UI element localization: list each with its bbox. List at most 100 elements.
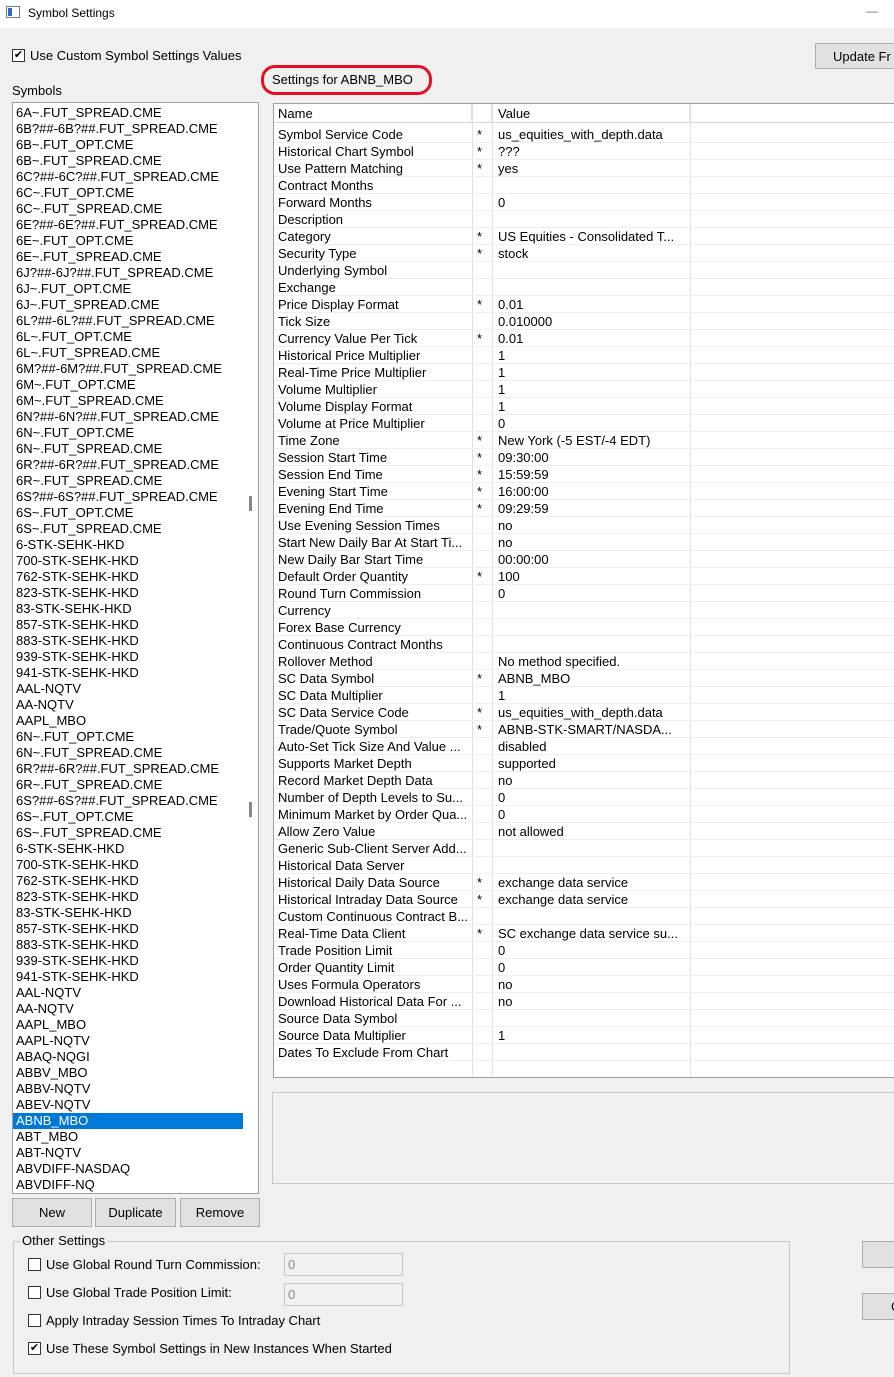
window-control-icon[interactable]: — (866, 4, 878, 18)
symbol-list-item[interactable]: 941-STK-SEHK-HKD (13, 665, 243, 681)
symbol-list-item[interactable]: 6R~.FUT_SPREAD.CME (13, 777, 243, 793)
setting-value[interactable]: 0 (498, 959, 688, 976)
settings-row[interactable]: Tick Size 0.010000 (274, 313, 894, 330)
symbol-list-item[interactable]: AAL-NQTV (13, 985, 243, 1001)
symbol-list-item[interactable]: 762-STK-SEHK-HKD (13, 569, 243, 585)
global-position-limit-field[interactable]: 0 (284, 1283, 403, 1306)
settings-row[interactable]: Real-Time Data Client * SC exchange data s… (274, 925, 894, 942)
setting-value[interactable]: SC exchange data service su... (498, 925, 688, 942)
symbol-list-item[interactable]: 6S~.FUT_SPREAD.CME (13, 825, 243, 841)
setting-value[interactable]: No method specified. (498, 653, 688, 670)
setting-value[interactable]: 0 (498, 585, 688, 602)
settings-row[interactable]: Supports Market Depth supported (274, 755, 894, 772)
settings-row[interactable]: Historical Intraday Data Source * exchange… (274, 891, 894, 908)
symbol-list-item[interactable]: 6N~.FUT_OPT.CME (13, 729, 243, 745)
global-commission-field[interactable]: 0 (284, 1253, 403, 1276)
settings-row[interactable]: Exchange (274, 279, 894, 296)
symbol-list-item[interactable]: 6M~.FUT_SPREAD.CME (13, 393, 243, 409)
symbol-list-item[interactable]: 6J~.FUT_SPREAD.CME (13, 297, 243, 313)
symbol-list-item[interactable]: 6S?##-6S?##.FUT_SPREAD.CME (13, 793, 243, 809)
symbol-list-item[interactable]: 700-STK-SEHK-HKD (13, 857, 243, 873)
settings-row[interactable]: Allow Zero Value not allowed (274, 823, 894, 840)
symbol-list-item[interactable]: 6B?##-6B?##.FUT_SPREAD.CME (13, 121, 243, 137)
setting-value[interactable]: no (498, 772, 688, 789)
symbol-list-item[interactable]: 6N?##-6N?##.FUT_SPREAD.CME (13, 409, 243, 425)
setting-value[interactable]: 100 (498, 568, 688, 585)
settings-row[interactable]: Use Evening Session Times no (274, 517, 894, 534)
setting-value[interactable] (498, 262, 688, 279)
settings-row[interactable]: Historical Daily Data Source * exchange da… (274, 874, 894, 891)
symbol-list-item[interactable]: 6L?##-6L?##.FUT_SPREAD.CME (13, 313, 243, 329)
setting-value[interactable]: no (498, 993, 688, 1010)
symbol-list-item[interactable]: AAPL_MBO (13, 1017, 243, 1033)
symbol-list-item[interactable]: 6E?##-6E?##.FUT_SPREAD.CME (13, 217, 243, 233)
setting-value[interactable]: 0.01 (498, 296, 688, 313)
setting-value[interactable]: 1 (498, 364, 688, 381)
setting-value[interactable] (498, 636, 688, 653)
symbol-list-item[interactable]: 6L~.FUT_SPREAD.CME (13, 345, 243, 361)
setting-value[interactable]: 16:00:00 (498, 483, 688, 500)
symbol-list-item[interactable]: 939-STK-SEHK-HKD (13, 649, 243, 665)
global-commission-checkbox[interactable] (28, 1258, 41, 1271)
ok-button[interactable] (862, 1241, 894, 1268)
setting-value[interactable] (498, 857, 688, 874)
settings-row[interactable]: New Daily Bar Start Time 00:00:00 (274, 551, 894, 568)
setting-value[interactable]: 0.010000 (498, 313, 688, 330)
settings-row[interactable]: Continuous Contract Months (274, 636, 894, 653)
setting-value[interactable]: yes (498, 160, 688, 177)
symbol-list-item[interactable]: AAPL-NQTV (13, 1033, 243, 1049)
symbol-list-item[interactable]: 823-STK-SEHK-HKD (13, 585, 243, 601)
symbol-list-item[interactable]: 941-STK-SEHK-HKD (13, 969, 243, 985)
settings-row[interactable]: SC Data Multiplier 1 (274, 687, 894, 704)
symbol-list-item[interactable]: 6E~.FUT_SPREAD.CME (13, 249, 243, 265)
symbol-list-item[interactable]: 883-STK-SEHK-HKD (13, 937, 243, 953)
use-in-new-instances-checkbox[interactable]: ✔ (28, 1342, 41, 1355)
settings-row[interactable]: Evening End Time * 09:29:59 (274, 500, 894, 517)
settings-row[interactable]: Start New Daily Bar At Start Ti... no (274, 534, 894, 551)
setting-value[interactable]: 1 (498, 381, 688, 398)
symbol-list-item[interactable]: 823-STK-SEHK-HKD (13, 889, 243, 905)
scrollbar-thumb-secondary[interactable] (249, 802, 252, 817)
setting-value[interactable]: ABNB_MBO (498, 670, 688, 687)
symbol-list-item[interactable]: 6R~.FUT_SPREAD.CME (13, 473, 243, 489)
setting-value[interactable] (498, 619, 688, 636)
settings-row[interactable]: Volume Display Format 1 (274, 398, 894, 415)
settings-row[interactable]: Contract Months (274, 177, 894, 194)
settings-row[interactable]: Real-Time Price Multiplier 1 (274, 364, 894, 381)
setting-value[interactable]: 1 (498, 1027, 688, 1044)
settings-row[interactable]: Default Order Quantity * 100 (274, 568, 894, 585)
settings-row[interactable]: Price Display Format * 0.01 (274, 296, 894, 313)
settings-row[interactable]: Security Type * stock (274, 245, 894, 262)
symbol-list-item[interactable]: 6C~.FUT_SPREAD.CME (13, 201, 243, 217)
setting-value[interactable]: 0 (498, 806, 688, 823)
apply-intraday-checkbox[interactable] (28, 1314, 41, 1327)
setting-value[interactable]: 15:59:59 (498, 466, 688, 483)
duplicate-button[interactable]: Duplicate (95, 1198, 176, 1227)
symbol-list-item[interactable]: ABBV-NQTV (13, 1081, 243, 1097)
setting-value[interactable]: 1 (498, 347, 688, 364)
symbol-list-item[interactable]: ABBV_MBO (13, 1065, 243, 1081)
settings-row[interactable]: Custom Continuous Contract B... (274, 908, 894, 925)
symbol-list-item[interactable]: 6S~.FUT_OPT.CME (13, 505, 243, 521)
settings-row[interactable]: Session Start Time * 09:30:00 (274, 449, 894, 466)
symbol-list-item[interactable]: 6J?##-6J?##.FUT_SPREAD.CME (13, 265, 243, 281)
symbol-list-item[interactable]: 6L~.FUT_OPT.CME (13, 329, 243, 345)
symbol-list-item[interactable]: 6E~.FUT_OPT.CME (13, 233, 243, 249)
symbol-list-item[interactable]: ABEV-NQTV (13, 1097, 243, 1113)
setting-value[interactable]: 1 (498, 687, 688, 704)
settings-row[interactable]: Number of Depth Levels to Su... 0 (274, 789, 894, 806)
settings-row[interactable]: Symbol Service Code * us_equities_with_dep… (274, 126, 894, 143)
settings-row[interactable]: Underlying Symbol (274, 262, 894, 279)
symbol-list-item[interactable]: AA-NQTV (13, 697, 243, 713)
symbol-list-item[interactable]: 6C~.FUT_OPT.CME (13, 185, 243, 201)
setting-value[interactable]: no (498, 534, 688, 551)
settings-row[interactable]: Description (274, 211, 894, 228)
setting-value[interactable] (498, 602, 688, 619)
settings-row[interactable]: Session End Time * 15:59:59 (274, 466, 894, 483)
settings-row[interactable]: Currency (274, 602, 894, 619)
symbol-list-item[interactable]: ABVDIFF-NASDAQ (13, 1161, 243, 1177)
symbol-list-item[interactable]: 6N~.FUT_OPT.CME (13, 425, 243, 441)
setting-value[interactable]: ABNB-STK-SMART/NASDA... (498, 721, 688, 738)
symbol-list-item[interactable]: 700-STK-SEHK-HKD (13, 553, 243, 569)
settings-row[interactable]: Record Market Depth Data no (274, 772, 894, 789)
